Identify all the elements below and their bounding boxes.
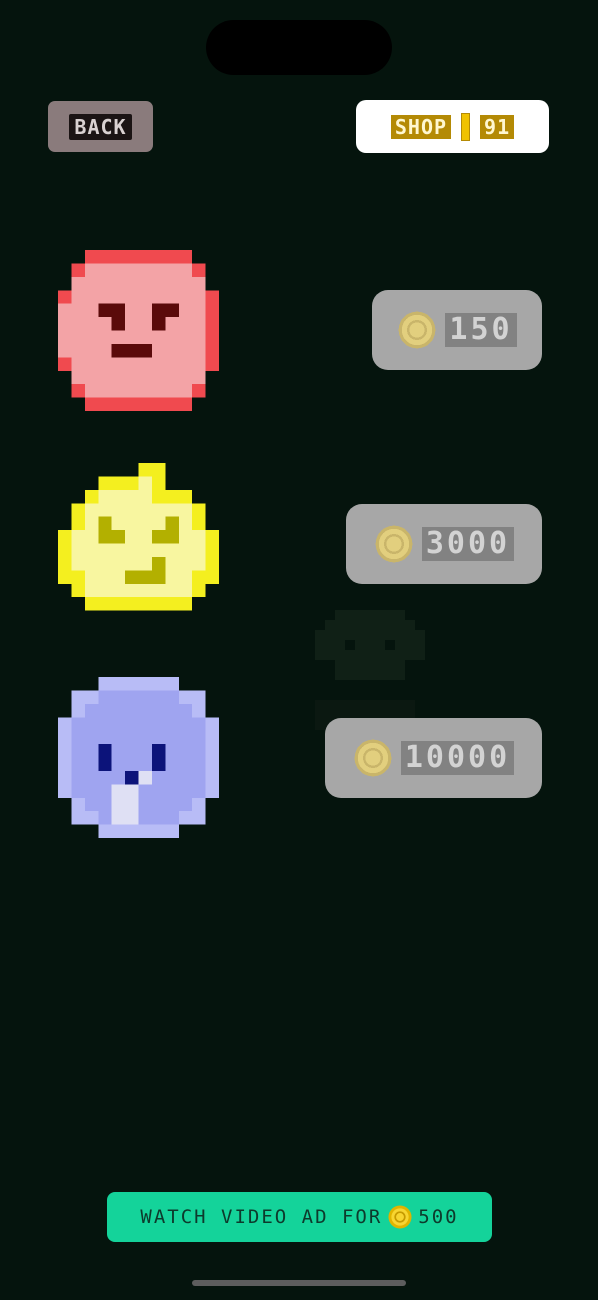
buy-yellow-button[interactable]: 3000: [346, 504, 542, 584]
buy-red-button[interactable]: 150: [372, 290, 542, 370]
price-label: 150: [445, 313, 517, 347]
shop-header: SHOP 91: [356, 100, 549, 153]
price-label: 3000: [421, 527, 515, 561]
coin-bar-icon: [461, 112, 471, 141]
coin-icon: [354, 739, 392, 777]
blue-character-icon: [58, 677, 219, 838]
coin-icon: [375, 525, 413, 563]
ad-reward: 500: [418, 1206, 459, 1228]
shop-title: SHOP: [390, 114, 452, 139]
ad-label: WATCH VIDEO AD FOR: [140, 1206, 383, 1228]
back-label: BACK: [69, 113, 132, 140]
dynamic-island: [206, 20, 392, 75]
buy-blue-button[interactable]: 10000: [325, 718, 542, 798]
yellow-character-icon: [58, 463, 219, 611]
coin-balance: 91: [480, 114, 515, 139]
coin-icon: [399, 311, 436, 349]
red-character-icon: [58, 250, 219, 411]
back-button[interactable]: BACK: [48, 101, 153, 152]
coin-icon: [388, 1205, 412, 1229]
shop-screen: BACK SHOP 91 150 3000 10000 WATCH VIDEO …: [0, 0, 598, 1300]
price-label: 10000: [400, 741, 515, 775]
watch-ad-button[interactable]: WATCH VIDEO AD FOR 500: [107, 1192, 492, 1242]
home-indicator[interactable]: [192, 1280, 406, 1286]
